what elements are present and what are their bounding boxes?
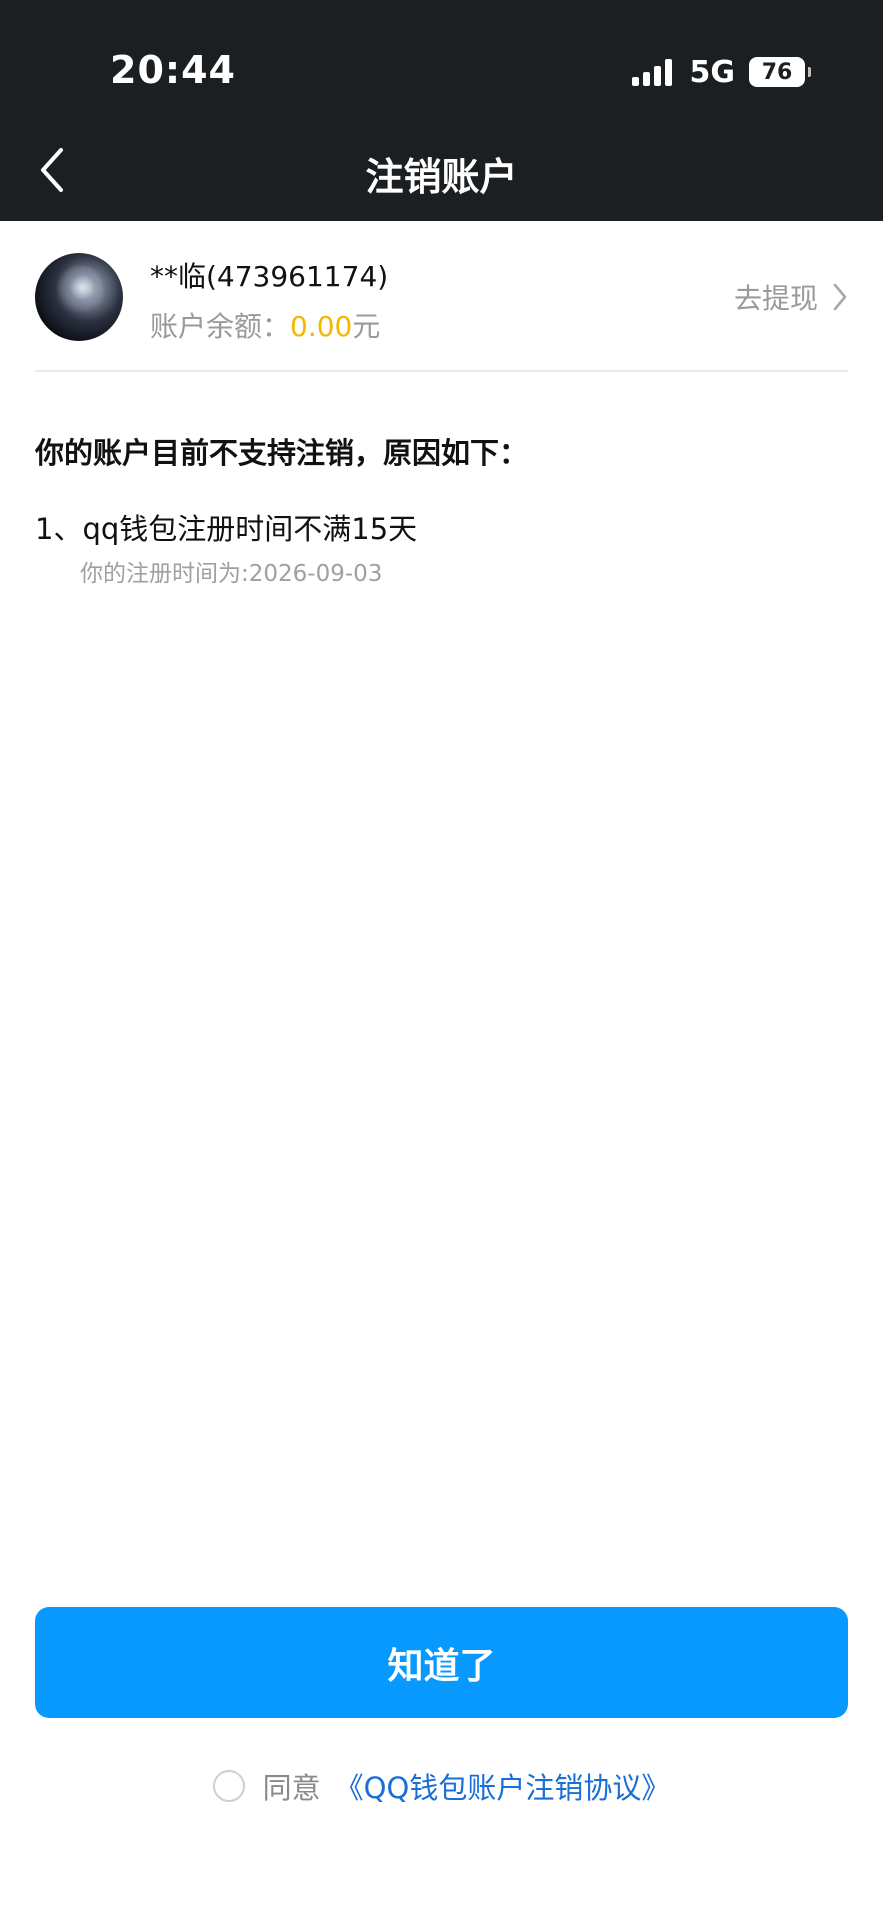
network-type: 5G: [689, 54, 736, 90]
chevron-right-icon: [832, 282, 848, 312]
balance-label: 账户余额：: [150, 310, 291, 343]
agree-checkbox[interactable]: [212, 1770, 245, 1802]
account-balance: 账户余额：0.00元: [150, 305, 380, 345]
reason-title: 你的账户目前不支持注销，原因如下：: [35, 436, 529, 470]
reason-item: 1、qq钱包注册时间不满15天: [35, 512, 418, 546]
status-indicators: 5G 76: [631, 54, 811, 90]
balance-amount: 0.00: [290, 310, 353, 343]
battery-level: 76: [761, 59, 793, 85]
page-title: 注销账户: [365, 155, 518, 199]
withdraw-label: 去提现: [733, 282, 818, 315]
avatar: [35, 253, 123, 341]
balance-unit: 元: [352, 310, 381, 343]
agreement-row: 同意 《QQ钱包账户注销协议》: [0, 1765, 883, 1807]
agree-label: 同意: [262, 1771, 321, 1805]
got-it-button[interactable]: 知道了: [35, 1607, 848, 1718]
signal-icon: [631, 58, 676, 86]
battery-icon: 76: [749, 57, 811, 87]
reason-detail: 你的注册时间为:2026-09-03: [80, 561, 383, 587]
nav-bar: 注销账户: [0, 120, 883, 221]
status-bar: 20:44 5G 76: [0, 0, 883, 120]
account-card: **临(473961174) 账户余额：0.00元 去提现: [35, 221, 848, 372]
agreement-link[interactable]: 《QQ钱包账户注销协议》: [335, 1765, 671, 1807]
withdraw-link[interactable]: 去提现: [734, 277, 848, 317]
account-name: **临(473961174): [150, 260, 389, 293]
status-time: 20:44: [110, 48, 236, 92]
